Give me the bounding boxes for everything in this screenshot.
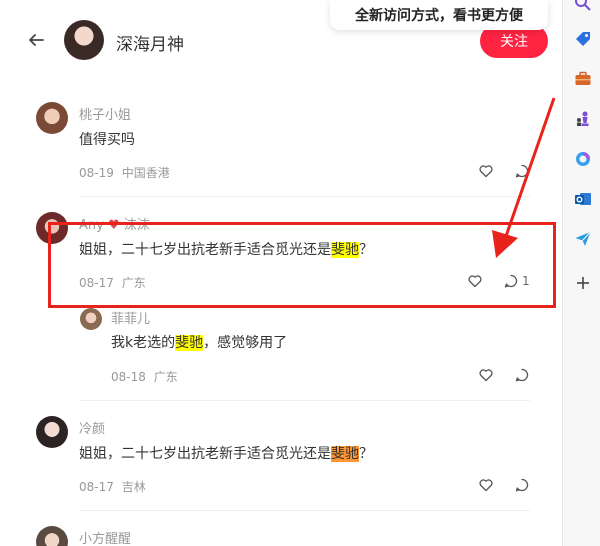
avatar[interactable] — [36, 526, 68, 546]
send-icon[interactable] — [574, 230, 592, 248]
promo-tooltip[interactable]: 全新访问方式，看书更方便 — [330, 0, 548, 30]
search-icon[interactable] — [574, 0, 592, 12]
comment-text: 我k老选的斐驰，感觉够用了 — [111, 335, 288, 351]
author-avatar[interactable] — [64, 20, 104, 60]
main-panel: 深海月神 关注 全新访问方式，看书更方便 桃子小姐 值得买吗 08-19 中国香… — [0, 0, 562, 546]
back-arrow-icon[interactable] — [26, 30, 46, 50]
comment-username[interactable]: 桃子小姐 — [79, 104, 131, 123]
comment-username[interactable]: 冷颜 — [79, 418, 105, 437]
comment-text: 姐姐，二十七岁出抗老新手适合觅光还是斐驰？ — [79, 446, 373, 462]
avatar[interactable] — [80, 308, 102, 330]
reply-icon[interactable] — [514, 477, 530, 493]
search-highlight-current: 斐驰 — [331, 446, 359, 462]
comment-date: 08-17 — [79, 480, 114, 494]
heart-icon[interactable] — [478, 367, 494, 383]
comment-date: 08-18 — [111, 370, 146, 384]
divider — [80, 510, 530, 511]
chess-icon[interactable] — [574, 110, 592, 128]
author-name[interactable]: 深海月神 — [116, 30, 184, 55]
comment-text: 值得买吗 — [79, 132, 135, 148]
browser-sidebar — [562, 0, 600, 546]
comment-username[interactable]: 小方醒醒 — [79, 528, 131, 546]
briefcase-icon[interactable] — [574, 70, 592, 88]
comment-meta: 08-19 中国香港 — [79, 164, 170, 181]
search-highlight: 斐驰 — [175, 335, 204, 351]
tag-icon[interactable] — [574, 30, 592, 48]
reply-icon[interactable] — [514, 367, 530, 383]
annotation-box — [48, 222, 556, 308]
page: 深海月神 关注 全新访问方式，看书更方便 桃子小姐 值得买吗 08-19 中国香… — [0, 0, 600, 546]
avatar[interactable] — [36, 416, 68, 448]
avatar[interactable] — [36, 102, 68, 134]
add-icon[interactable] — [574, 274, 592, 292]
divider — [80, 400, 530, 401]
comment-meta: 08-17 吉林 — [79, 478, 146, 495]
outlook-icon[interactable] — [574, 190, 592, 208]
heart-icon[interactable] — [478, 477, 494, 493]
comment-username[interactable]: 菲菲儿 — [111, 308, 150, 327]
header: 深海月神 关注 全新访问方式，看书更方便 — [0, 0, 562, 82]
comment-date: 08-19 — [79, 166, 114, 180]
comment-location: 广东 — [153, 370, 178, 384]
annotation-arrow-icon — [492, 97, 556, 258]
comment-meta: 08-18 广东 — [111, 368, 178, 385]
comment-location: 吉林 — [121, 480, 146, 494]
copilot-icon[interactable] — [574, 150, 592, 168]
divider — [80, 196, 530, 197]
comment-location: 中国香港 — [121, 166, 170, 180]
